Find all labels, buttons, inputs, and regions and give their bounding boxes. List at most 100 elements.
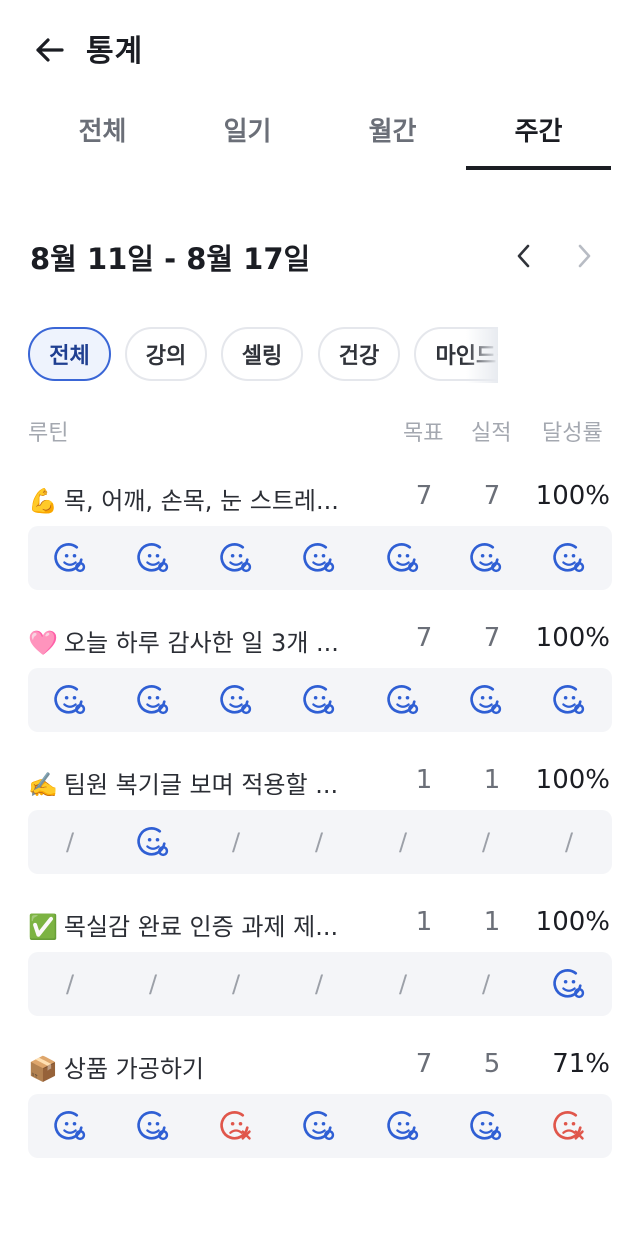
day-empty: /: [375, 952, 431, 1016]
chip-scroll-fade: [466, 327, 498, 383]
category-filter: 전체 강의 셀링 건강 마인드셋: [28, 327, 498, 385]
day-success[interactable]: [125, 810, 181, 874]
smile-check-icon: [553, 685, 585, 715]
day-success[interactable]: [42, 526, 98, 590]
tab-weekly[interactable]: 주간: [466, 110, 611, 170]
routine-name: ✍️ 팀원 복기글 보며 적용할 ...: [28, 765, 338, 800]
routine-rate: 100%: [535, 481, 610, 511]
routine-row[interactable]: ✅ 목실감 완료 인증 과제 제... 1 1 100% / / / / / /: [28, 907, 612, 1017]
routine-goal: 1: [415, 765, 433, 795]
day-success[interactable]: [458, 668, 514, 732]
slash-mark: /: [65, 828, 75, 856]
day-success[interactable]: [125, 668, 181, 732]
day-empty: /: [458, 952, 514, 1016]
day-empty: /: [458, 810, 514, 874]
day-empty: /: [42, 810, 98, 874]
routine-title: 오늘 하루 감사한 일 3개 ...: [63, 629, 339, 657]
smile-check-icon: [303, 685, 335, 715]
routine-name: 📦 상품 가공하기: [28, 1049, 204, 1084]
smile-check-icon: [553, 969, 585, 999]
routine-actual: 1: [483, 907, 501, 937]
chip-health[interactable]: 건강: [318, 327, 400, 381]
smile-check-icon: [54, 543, 86, 573]
day-success[interactable]: [42, 668, 98, 732]
day-fail[interactable]: [208, 1094, 264, 1158]
routine-emoji: ✍️: [28, 771, 58, 799]
weekly-check-strip: [28, 526, 612, 590]
routine-row[interactable]: ✍️ 팀원 복기글 보며 적용할 ... 1 1 100% / / / / / /: [28, 765, 612, 875]
weekly-check-strip: / / / / / /: [28, 952, 612, 1016]
previous-week-button[interactable]: [506, 238, 542, 274]
chip-selling[interactable]: 셀링: [221, 327, 303, 381]
page-title: 통계: [86, 34, 144, 69]
routine-title: 목, 어깨, 손목, 눈 스트레...: [63, 487, 339, 515]
day-success[interactable]: [291, 668, 347, 732]
chip-lecture[interactable]: 강의: [125, 327, 207, 381]
routine-row[interactable]: 📦 상품 가공하기 7 5 71%: [28, 1049, 612, 1159]
routine-actual: 7: [483, 481, 501, 511]
smile-check-icon: [220, 543, 252, 573]
day-success[interactable]: [541, 952, 597, 1016]
routine-rate: 100%: [535, 623, 610, 653]
routine-title: 상품 가공하기: [63, 1055, 204, 1083]
day-success[interactable]: [291, 1094, 347, 1158]
smile-check-icon: [137, 543, 169, 573]
routine-actual: 1: [483, 765, 501, 795]
slash-mark: /: [314, 828, 324, 856]
day-success[interactable]: [541, 668, 597, 732]
routine-goal: 7: [415, 623, 433, 653]
tab-all[interactable]: 전체: [30, 110, 175, 170]
day-success[interactable]: [208, 526, 264, 590]
day-success[interactable]: [42, 1094, 98, 1158]
day-empty: /: [42, 952, 98, 1016]
chip-all[interactable]: 전체: [28, 327, 111, 381]
routine-goal: 7: [415, 481, 433, 511]
smile-check-icon: [470, 543, 502, 573]
slash-mark: /: [481, 828, 491, 856]
day-success[interactable]: [541, 526, 597, 590]
routine-goal: 7: [415, 1049, 433, 1079]
slash-mark: /: [481, 970, 491, 998]
routine-name: ✅ 목실감 완료 인증 과제 제...: [28, 907, 338, 942]
day-success[interactable]: [291, 526, 347, 590]
day-success[interactable]: [375, 526, 431, 590]
smile-check-icon: [220, 685, 252, 715]
day-fail[interactable]: [541, 1094, 597, 1158]
slash-mark: /: [148, 970, 158, 998]
routine-actual: 5: [483, 1049, 501, 1079]
day-success[interactable]: [458, 1094, 514, 1158]
smile-check-icon: [137, 685, 169, 715]
day-success[interactable]: [375, 1094, 431, 1158]
day-success[interactable]: [125, 1094, 181, 1158]
tab-monthly[interactable]: 월간: [320, 110, 465, 170]
chevron-right-icon: [578, 244, 591, 268]
routine-rate: 71%: [552, 1049, 610, 1079]
smile-check-icon: [303, 1111, 335, 1141]
smile-check-icon: [54, 1111, 86, 1141]
weekly-check-strip: [28, 668, 612, 732]
smile-check-icon: [470, 685, 502, 715]
day-success[interactable]: [208, 668, 264, 732]
slash-mark: /: [398, 828, 408, 856]
back-button[interactable]: [30, 30, 70, 70]
routine-row[interactable]: 🩷 오늘 하루 감사한 일 3개 ... 7 7 100%: [28, 623, 612, 733]
tab-diary[interactable]: 일기: [175, 110, 320, 170]
week-navigator: 8월 11일 - 8월 17일: [30, 232, 610, 282]
slash-mark: /: [65, 970, 75, 998]
day-success[interactable]: [458, 526, 514, 590]
slash-mark: /: [314, 970, 324, 998]
smile-check-icon: [137, 1111, 169, 1141]
tab-bar: 전체 일기 월간 주간: [30, 110, 612, 172]
routine-emoji: 💪: [28, 487, 58, 515]
next-week-button[interactable]: [566, 238, 602, 274]
smile-check-icon: [387, 1111, 419, 1141]
day-success[interactable]: [125, 526, 181, 590]
sad-x-icon: [220, 1111, 251, 1140]
routine-name: 💪 목, 어깨, 손목, 눈 스트레...: [28, 481, 339, 516]
day-success[interactable]: [375, 668, 431, 732]
slash-mark: /: [231, 970, 241, 998]
day-empty: /: [541, 810, 597, 874]
routine-name: 🩷 오늘 하루 감사한 일 3개 ...: [28, 623, 339, 658]
routine-actual: 7: [483, 623, 501, 653]
routine-row[interactable]: 💪 목, 어깨, 손목, 눈 스트레... 7 7 100%: [28, 481, 612, 591]
